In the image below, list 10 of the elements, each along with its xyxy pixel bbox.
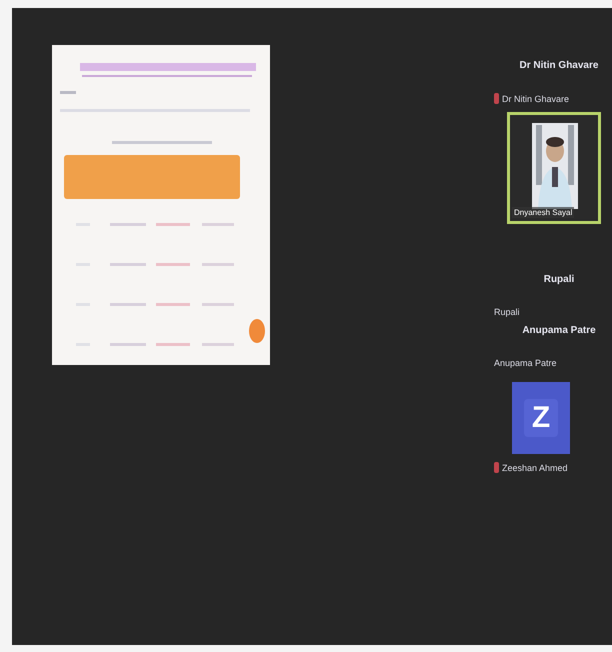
participant-name: Dnyanesh Sayal — [512, 207, 574, 218]
participant-name: Dr Nitin Ghavare — [520, 60, 598, 71]
avatar-letter: Z — [524, 399, 558, 437]
participant-name: Anupama Patre — [494, 358, 557, 368]
participant-name: Anupama Patre — [522, 325, 596, 336]
video-tile[interactable]: Dnyanesh Sayal — [507, 112, 601, 224]
participant-name: Dr Nitin Ghavare — [502, 94, 570, 104]
participant-name: Zeeshan Ahmed — [502, 462, 568, 472]
participant-name: Rupali — [544, 274, 574, 285]
participant-name: Rupali — [494, 307, 520, 317]
